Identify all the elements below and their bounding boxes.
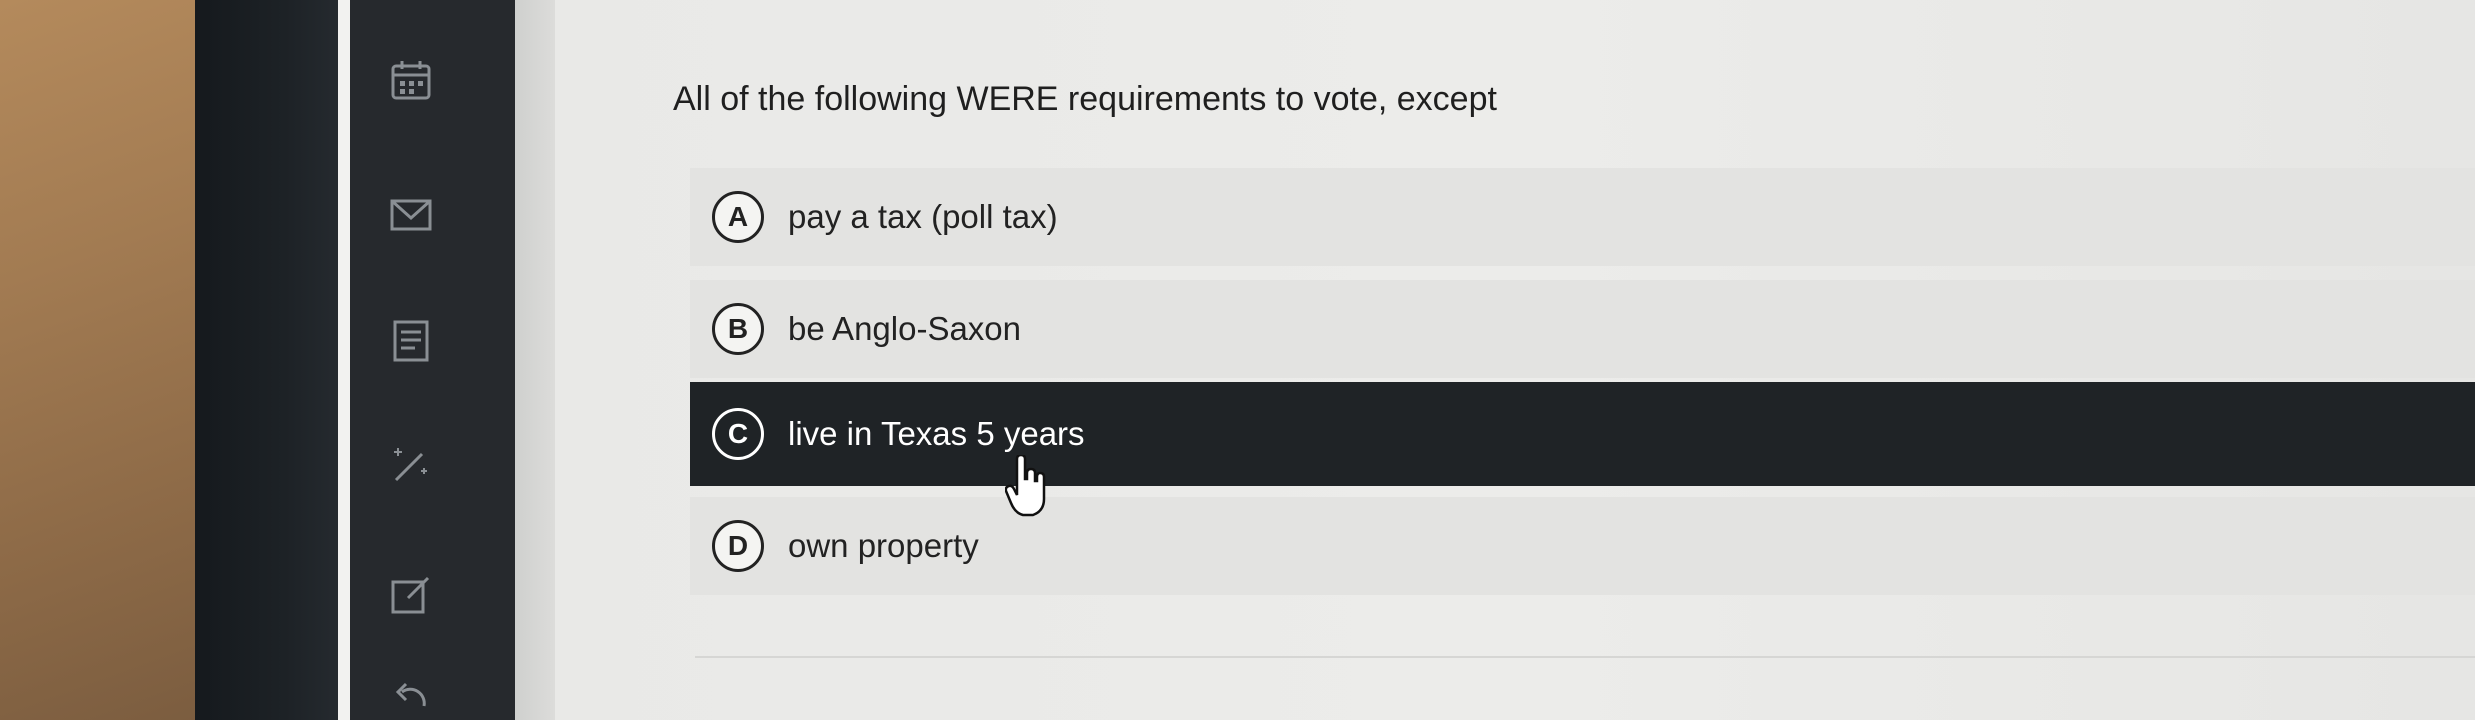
option-text: live in Texas 5 years <box>788 415 1085 452</box>
edit-icon[interactable] <box>388 572 434 618</box>
answer-option-b[interactable]: B be Anglo-Saxon <box>690 280 2475 378</box>
hand-pointer-cursor-icon <box>1004 453 1049 517</box>
magic-wand-icon[interactable] <box>388 440 434 486</box>
option-letter-badge: A <box>712 191 764 243</box>
content-divider <box>695 656 2475 658</box>
rail-separator <box>515 0 555 720</box>
answer-option-a[interactable]: A pay a tax (poll tax) <box>690 168 2475 266</box>
option-letter-badge: C <box>712 408 764 460</box>
option-letter-badge: B <box>712 303 764 355</box>
back-arrow-icon[interactable] <box>388 676 434 720</box>
screen-edge <box>338 0 350 720</box>
option-text: own property <box>788 527 979 564</box>
calendar-icon[interactable] <box>388 58 434 104</box>
question-text: All of the following WERE requirements t… <box>673 80 1497 118</box>
option-text: be Anglo-Saxon <box>788 310 1022 347</box>
side-rail <box>350 0 515 720</box>
mail-icon[interactable] <box>388 192 434 238</box>
document-list-icon[interactable] <box>388 318 434 364</box>
option-text: pay a tax (poll tax) <box>788 198 1058 235</box>
question-panel: All of the following WERE requirements t… <box>555 0 2475 720</box>
answer-option-d[interactable]: D own property <box>690 497 2475 595</box>
answer-option-c-selected[interactable]: C live in Texas 5 years <box>690 382 2475 486</box>
monitor-bezel <box>195 0 345 720</box>
option-letter-badge: D <box>712 520 764 572</box>
